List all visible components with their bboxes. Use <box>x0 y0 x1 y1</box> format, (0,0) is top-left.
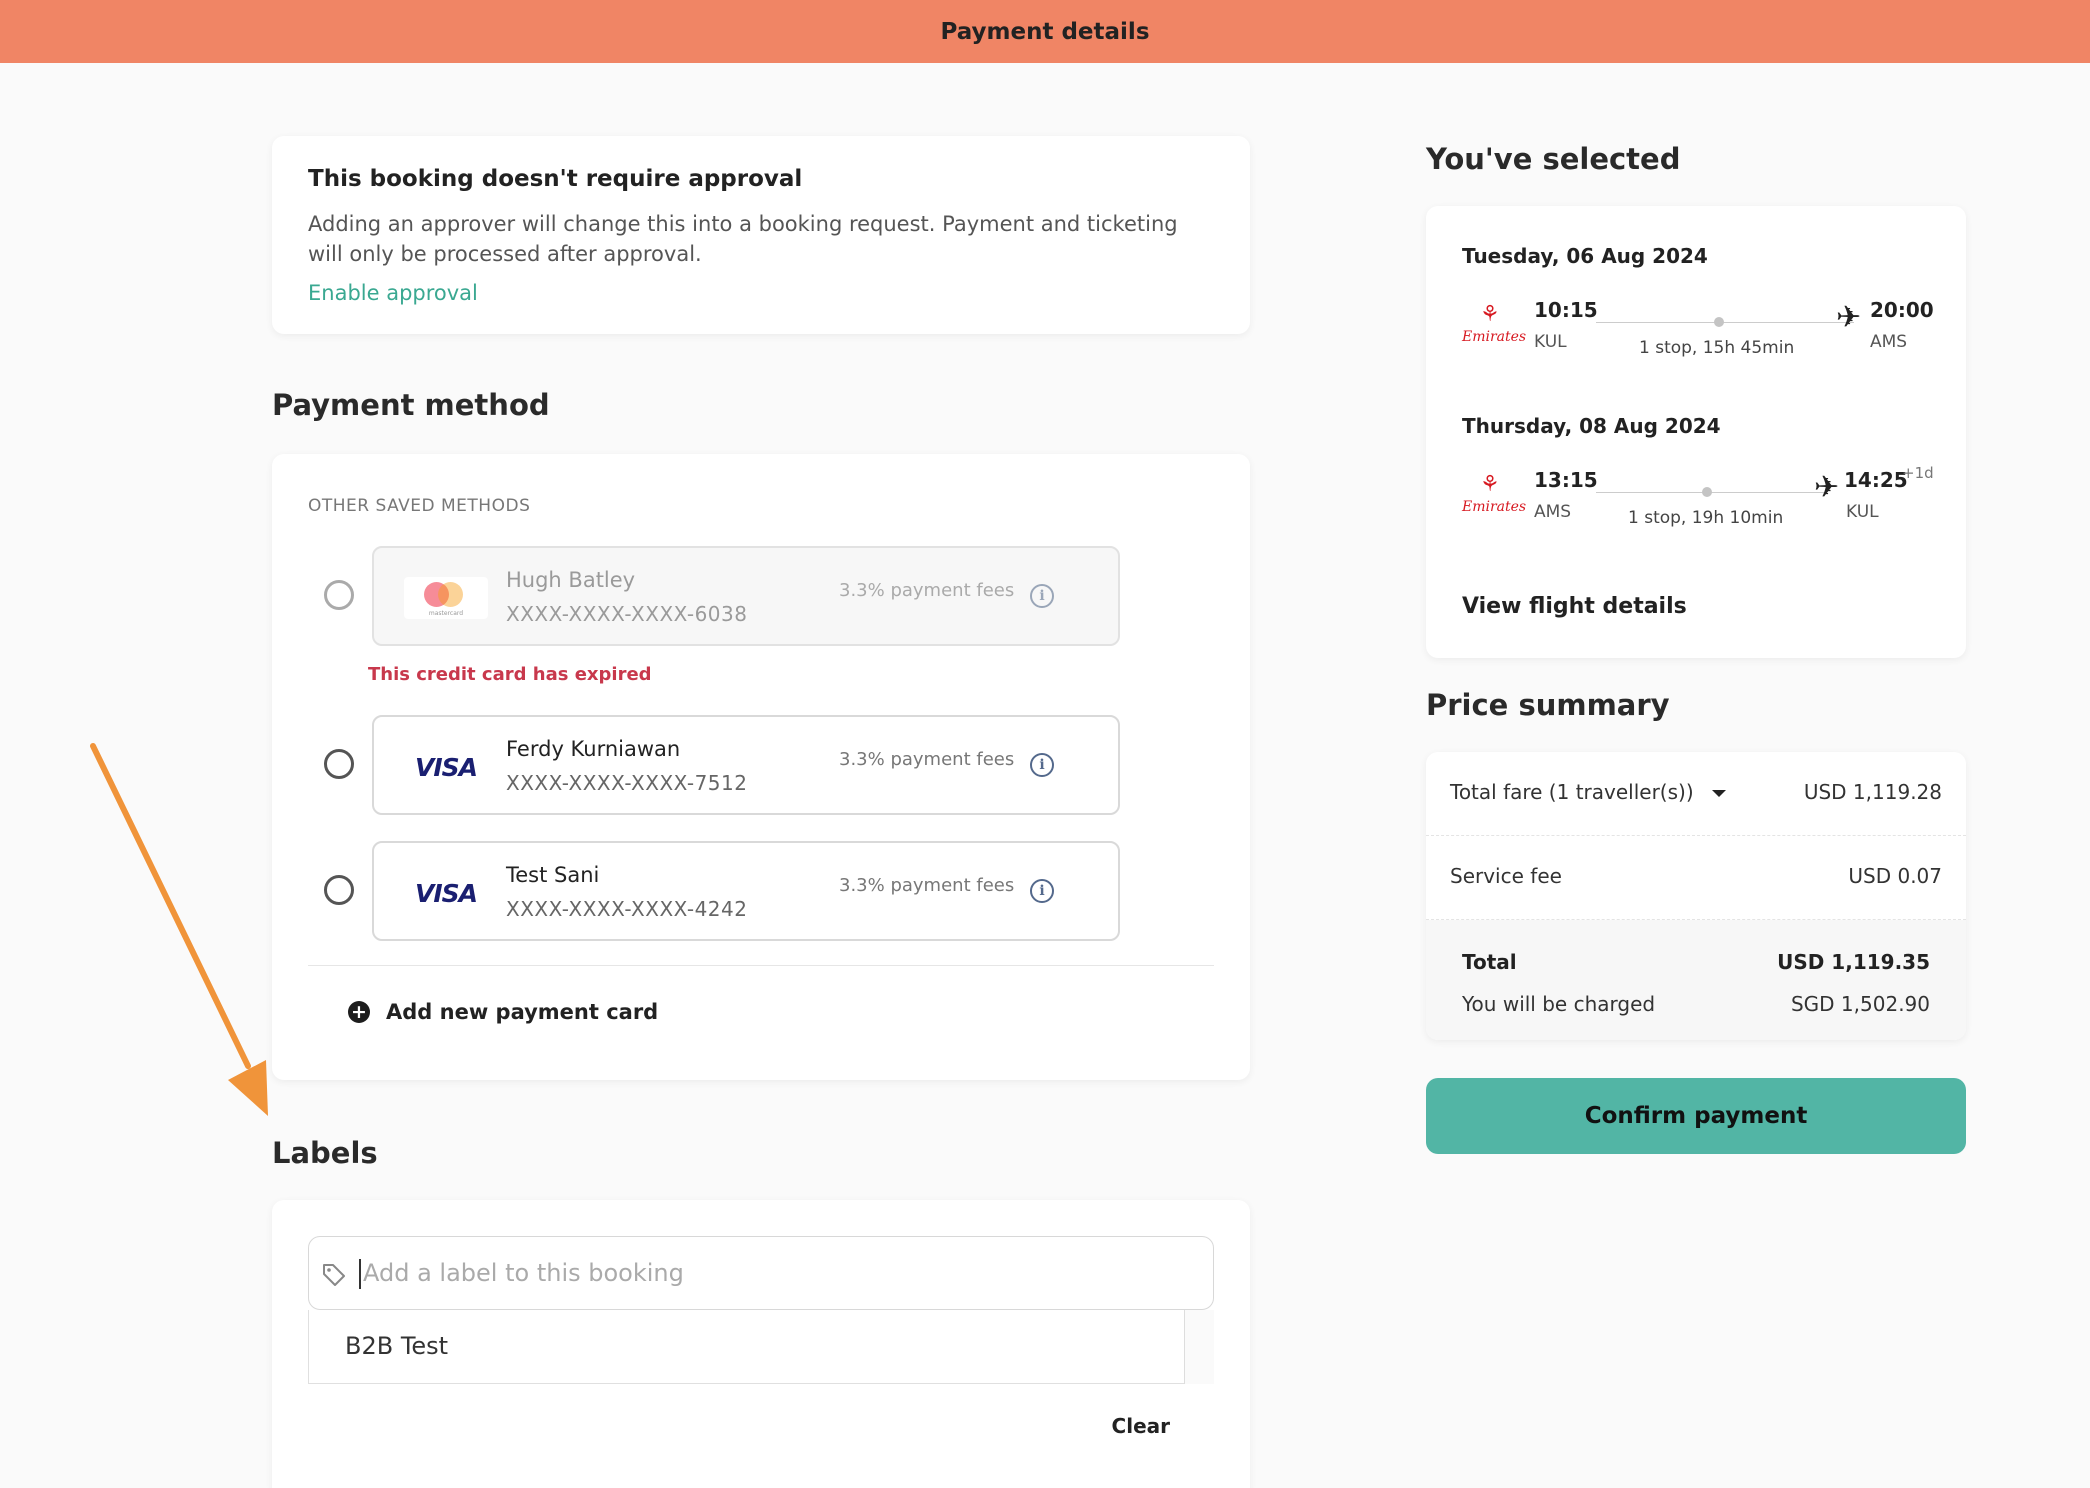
charged-value: SGD 1,502.90 <box>1790 992 1930 1016</box>
outbound-date: Tuesday, 06 Aug 2024 <box>1462 244 1708 268</box>
info-icon[interactable]: i <box>1030 584 1054 608</box>
arrival-airport: KUL <box>1846 502 1879 522</box>
plane-icon: ✈ <box>1836 300 1862 335</box>
stop-dot <box>1702 487 1712 497</box>
plane-icon: ✈ <box>1814 470 1840 505</box>
dropdown-scrollbar[interactable] <box>1184 1310 1214 1384</box>
payment-fee: 3.3% payment fees <box>839 580 1015 601</box>
card-number: XXXX-XXXX-XXXX-7512 <box>506 771 748 795</box>
total-value: USD 1,119.35 <box>1777 950 1930 974</box>
tag-icon <box>323 1264 345 1286</box>
charged-label: You will be charged <box>1462 992 1656 1016</box>
info-icon[interactable]: i <box>1030 879 1054 903</box>
price-summary-heading: Price summary <box>1426 688 1670 722</box>
payment-method-card: OTHER SAVED METHODS mastercard Hugh Batl… <box>272 454 1250 1080</box>
labels-heading: Labels <box>272 1136 378 1170</box>
saved-card-7512[interactable]: VISA Ferdy Kurniawan XXXX-XXXX-XXXX-7512… <box>372 715 1120 815</box>
approval-title: This booking doesn't require approval <box>308 166 803 192</box>
service-fee-label: Service fee <box>1450 864 1562 888</box>
label-footer: Clear <box>308 1384 1214 1468</box>
arrival-airport: AMS <box>1870 332 1908 352</box>
labels-card: Add a label to this booking B2B Test Cle… <box>272 1200 1250 1488</box>
annotation-arrow-icon <box>90 743 268 1116</box>
label-dropdown: B2B Test <box>308 1310 1214 1384</box>
label-option-b2b-test[interactable]: B2B Test <box>345 1332 448 1360</box>
visa-logo-icon: VISA <box>414 752 478 782</box>
card-expired-error: This credit card has expired <box>368 664 652 685</box>
total-fare-label: Total fare (1 traveller(s)) <box>1450 780 1726 804</box>
return-date: Thursday, 08 Aug 2024 <box>1462 414 1721 438</box>
service-fee-row: Service fee USD 0.07 <box>1426 836 1966 920</box>
radio-card-4242[interactable] <box>324 875 354 905</box>
saved-card-4242[interactable]: VISA Test Sani XXXX-XXXX-XXXX-4242 3.3% … <box>372 841 1120 941</box>
radio-card-7512[interactable] <box>324 749 354 779</box>
stops-duration: 1 stop, 19h 10min <box>1628 508 1784 528</box>
selected-flights-card: Tuesday, 06 Aug 2024 ⚘ Emirates 10:15 KU… <box>1426 206 1966 658</box>
departure-airport: KUL <box>1534 332 1567 352</box>
stop-dot <box>1714 317 1724 327</box>
confirm-payment-button[interactable]: Confirm payment <box>1426 1078 1966 1154</box>
add-payment-card-label: Add new payment card <box>386 1000 659 1024</box>
card-number: XXXX-XXXX-XXXX-6038 <box>506 602 748 626</box>
departure-time: 13:15 <box>1534 468 1598 492</box>
view-flight-details-link[interactable]: View flight details <box>1462 594 1687 619</box>
total-label: Total <box>1462 950 1517 974</box>
saved-methods-label: OTHER SAVED METHODS <box>308 496 531 516</box>
card-holder-name: Hugh Batley <box>506 568 636 592</box>
approval-description: Adding an approver will change this into… <box>308 212 1178 266</box>
price-summary-card: Total fare (1 traveller(s)) USD 1,119.28… <box>1426 752 1966 1040</box>
total-box: Total USD 1,119.35 You will be charged S… <box>1426 920 1966 1040</box>
departure-airport: AMS <box>1534 502 1572 522</box>
saved-card-6038[interactable]: mastercard Hugh Batley XXXX-XXXX-XXXX-60… <box>372 546 1120 646</box>
text-cursor <box>359 1259 361 1289</box>
add-payment-card-button[interactable]: + Add new payment card <box>348 1000 658 1024</box>
info-icon[interactable]: i <box>1030 753 1054 777</box>
card-holder-name: Ferdy Kurniawan <box>506 737 681 761</box>
radio-card-6038[interactable] <box>324 580 354 610</box>
card-holder-name: Test Sani <box>506 863 600 887</box>
enable-approval-link[interactable]: Enable approval <box>308 281 478 305</box>
label-placeholder: Add a label to this booking <box>363 1259 684 1287</box>
approval-card: This booking doesn't require approval Ad… <box>272 136 1250 334</box>
caret-down-icon[interactable] <box>1711 790 1726 797</box>
emirates-logo-icon: ⚘ Emirates <box>1462 472 1527 515</box>
flight-route-line <box>1596 322 1854 323</box>
day-offset: +1d <box>1902 464 1934 482</box>
card-number: XXXX-XXXX-XXXX-4242 <box>506 897 748 921</box>
selected-heading: You've selected <box>1426 142 1681 176</box>
mastercard-logo-icon: mastercard <box>404 577 488 619</box>
departure-time: 10:15 <box>1534 298 1598 322</box>
total-fare-row[interactable]: Total fare (1 traveller(s)) USD 1,119.28 <box>1426 752 1966 836</box>
payment-fee: 3.3% payment fees <box>839 749 1015 770</box>
plus-circle-icon: + <box>348 1001 370 1023</box>
arrival-time: 14:25 <box>1844 468 1908 492</box>
label-search-input[interactable]: Add a label to this booking <box>308 1236 1214 1310</box>
top-bar: Payment details <box>0 0 2090 63</box>
divider <box>308 965 1214 966</box>
arrival-time: 20:00 <box>1870 298 1934 322</box>
clear-button[interactable]: Clear <box>1112 1414 1170 1438</box>
visa-logo-icon: VISA <box>414 878 478 908</box>
payment-method-heading: Payment method <box>272 388 550 422</box>
payment-fee: 3.3% payment fees <box>839 875 1015 896</box>
service-fee-value: USD 0.07 <box>1848 864 1942 888</box>
page-title: Payment details <box>940 18 1150 45</box>
emirates-logo-icon: ⚘ Emirates <box>1462 302 1527 345</box>
stops-duration: 1 stop, 15h 45min <box>1639 338 1795 358</box>
total-fare-value: USD 1,119.28 <box>1803 780 1942 804</box>
